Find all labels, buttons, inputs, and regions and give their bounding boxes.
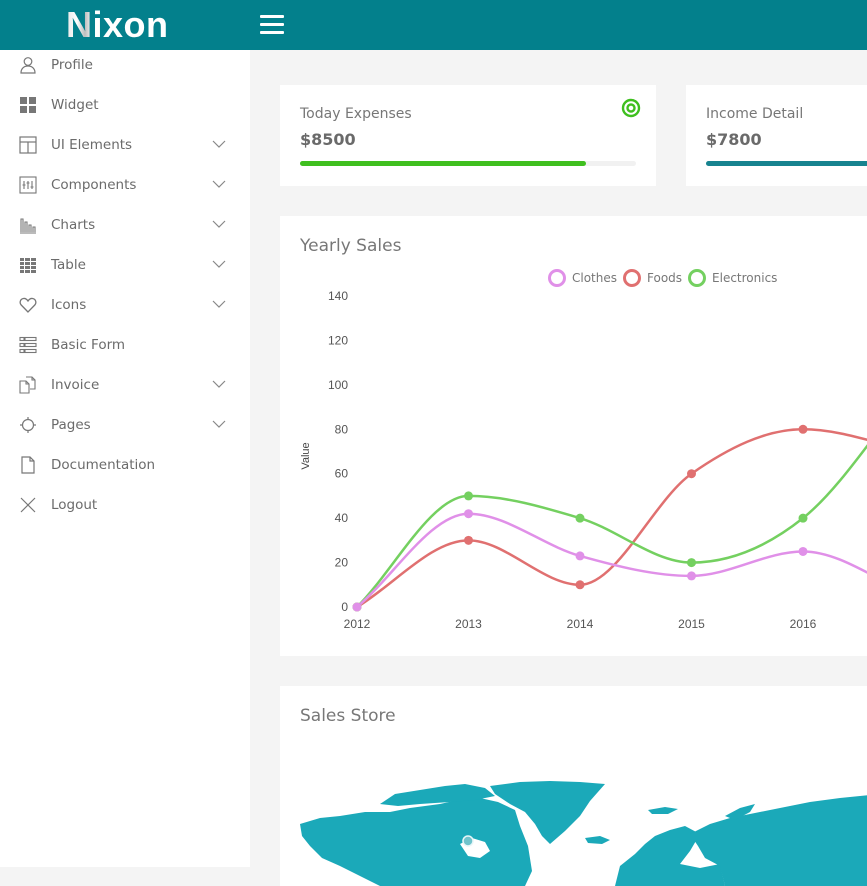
bar-chart-icon	[20, 218, 36, 234]
sidebar-item-label: Pages	[51, 417, 91, 433]
sidebar-item-charts[interactable]: Charts	[0, 207, 250, 243]
map-region-iceland	[585, 836, 610, 844]
sidebar-item-invoice[interactable]: Invoice	[0, 367, 250, 403]
y-tick-label: 0	[341, 600, 348, 614]
yearly-sales-chart: 020406080100120140 201220132014201520162…	[300, 289, 867, 631]
sidebar-item-label: Widget	[51, 97, 99, 113]
chevron-down-icon	[212, 140, 226, 148]
y-tick-label: 80	[335, 422, 349, 436]
stat-card-today-expenses: Today Expenses $8500	[280, 85, 656, 186]
stat-card-income-detail: Income Detail $7800	[686, 85, 867, 186]
x-tick-label: 2014	[567, 617, 594, 631]
sidebar-item-icons[interactable]: Icons	[0, 287, 250, 323]
sidebar-item-label: Profile	[51, 57, 93, 73]
sidebar: Profile Widget UI Elements Components Ch…	[0, 50, 250, 867]
chevron-down-icon	[212, 380, 226, 388]
data-point-foods[interactable]	[687, 469, 696, 479]
data-point-clothes[interactable]	[798, 546, 808, 556]
stat-value: $8500	[300, 130, 356, 149]
x-tick-label: 2015	[678, 617, 705, 631]
y-tick-label: 100	[328, 378, 348, 392]
data-point-electronics[interactable]	[575, 513, 585, 523]
x-tick-label: 2013	[455, 617, 482, 631]
x-tick-label: 2012	[344, 617, 371, 631]
data-point-clothes[interactable]	[352, 602, 362, 612]
sidebar-item-label: Components	[51, 177, 137, 193]
layout-icon	[19, 136, 37, 154]
brand-logo-initial: N	[66, 4, 93, 45]
sales-store-card: Sales Store	[280, 686, 867, 886]
heart-icon	[19, 297, 37, 313]
components-icon	[19, 176, 37, 194]
sidebar-item-label: Documentation	[51, 457, 156, 473]
close-x-icon	[20, 497, 36, 513]
crosshair-icon	[20, 417, 36, 433]
y-tick-label: 40	[335, 511, 349, 525]
map-region-svalbard	[648, 807, 678, 814]
table-grid-icon	[20, 258, 36, 273]
top-header: Nixon	[0, 0, 867, 50]
chevron-down-icon	[212, 180, 226, 188]
widget-grid-icon	[20, 97, 36, 113]
sidebar-item-basic-form[interactable]: Basic Form	[0, 327, 250, 363]
target-icon[interactable]	[621, 98, 641, 118]
sidebar-item-label: Invoice	[51, 377, 100, 393]
progress-fill	[706, 161, 867, 166]
sidebar-item-label: Basic Form	[51, 337, 126, 353]
yearly-sales-card: Yearly Sales Clothes Foods Electronics 0…	[280, 216, 867, 656]
progress-bar	[706, 161, 867, 166]
sidebar-item-widget[interactable]: Widget	[0, 87, 250, 123]
data-point-foods[interactable]	[464, 535, 473, 545]
progress-fill	[300, 161, 586, 166]
data-point-foods[interactable]	[798, 424, 808, 434]
sidebar-item-label: Logout	[51, 497, 98, 513]
chevron-down-icon	[212, 220, 226, 228]
stat-title: Today Expenses	[300, 106, 412, 122]
sidebar-item-pages[interactable]: Pages	[0, 407, 250, 443]
brand-logo[interactable]: Nixon	[66, 6, 169, 44]
documents-icon	[19, 376, 36, 394]
data-point-electronics[interactable]	[798, 513, 808, 523]
sidebar-item-label: Icons	[51, 297, 87, 313]
data-point-clothes[interactable]	[687, 571, 696, 581]
progress-bar	[300, 161, 636, 166]
sidebar-item-logout[interactable]: Logout	[0, 487, 250, 523]
data-point-electronics[interactable]	[464, 491, 473, 501]
file-icon	[21, 456, 35, 474]
series-line-foods	[356, 428, 867, 609]
chevron-down-icon	[212, 260, 226, 268]
data-point-clothes[interactable]	[464, 509, 473, 519]
sidebar-item-components[interactable]: Components	[0, 167, 250, 203]
sidebar-item-label: Table	[51, 257, 86, 273]
user-icon	[20, 57, 36, 74]
y-tick-label: 120	[328, 333, 348, 347]
chevron-down-icon	[212, 420, 226, 428]
data-point-clothes[interactable]	[575, 551, 585, 561]
form-list-icon	[19, 336, 37, 354]
map-region-north-america	[300, 798, 532, 886]
sidebar-item-label: Charts	[51, 217, 96, 233]
series-line-electronics	[356, 444, 867, 608]
map-marker[interactable]	[462, 835, 474, 847]
stat-title: Income Detail	[706, 106, 804, 122]
sidebar-item-profile[interactable]: Profile	[0, 47, 250, 83]
y-axis-label: Value	[300, 442, 312, 469]
y-tick-label: 140	[328, 289, 348, 303]
y-tick-label: 60	[335, 467, 349, 481]
stat-value: $7800	[706, 130, 762, 149]
hamburger-icon[interactable]	[260, 15, 284, 35]
y-tick-label: 20	[335, 556, 349, 570]
data-point-electronics[interactable]	[687, 558, 696, 568]
brand-logo-text: ixon	[92, 4, 169, 45]
world-map[interactable]	[280, 686, 867, 886]
data-point-foods[interactable]	[575, 580, 585, 590]
sidebar-item-table[interactable]: Table	[0, 247, 250, 283]
chevron-down-icon	[212, 300, 226, 308]
x-tick-label: 2016	[790, 617, 817, 631]
sidebar-item-documentation[interactable]: Documentation	[0, 447, 250, 483]
sidebar-item-label: UI Elements	[51, 137, 133, 153]
sidebar-item-ui-elements[interactable]: UI Elements	[0, 127, 250, 163]
